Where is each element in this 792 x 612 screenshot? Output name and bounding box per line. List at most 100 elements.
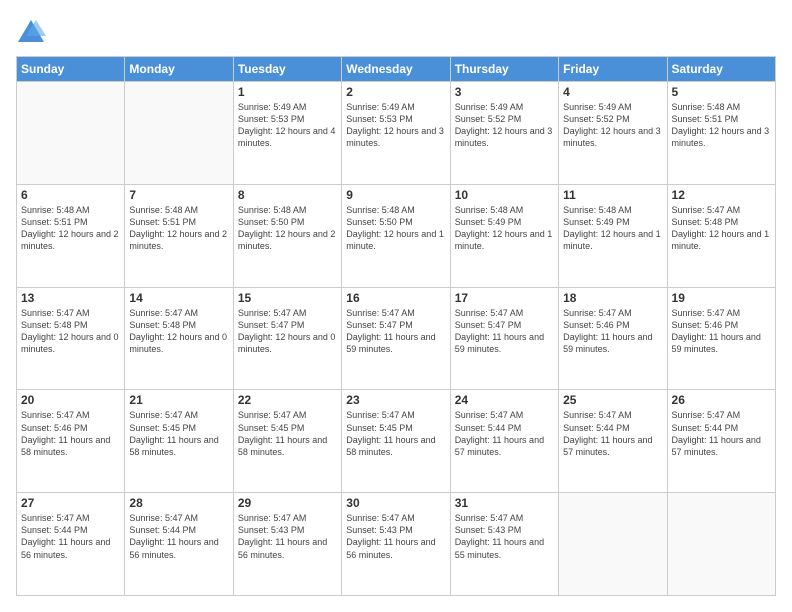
cell-sun-info: Sunrise: 5:47 AM Sunset: 5:43 PM Dayligh… <box>455 512 554 561</box>
cell-sun-info: Sunrise: 5:47 AM Sunset: 5:43 PM Dayligh… <box>238 512 337 561</box>
cell-sun-info: Sunrise: 5:47 AM Sunset: 5:44 PM Dayligh… <box>129 512 228 561</box>
calendar-cell <box>667 493 775 596</box>
calendar-cell: 9 Sunrise: 5:48 AM Sunset: 5:50 PM Daylig… <box>342 184 450 287</box>
day-number: 2 <box>346 85 445 99</box>
calendar-cell: 7 Sunrise: 5:48 AM Sunset: 5:51 PM Daylig… <box>125 184 233 287</box>
cell-sun-info: Sunrise: 5:49 AM Sunset: 5:52 PM Dayligh… <box>455 101 554 150</box>
week-row-3: 13Sunrise: 5:47 AM Sunset: 5:48 PM Dayli… <box>17 287 776 390</box>
cell-sun-info: Sunrise: 5:48 AM Sunset: 5:49 PM Dayligh… <box>455 204 554 253</box>
calendar-cell <box>125 82 233 185</box>
cell-sun-info: Sunrise: 5:47 AM Sunset: 5:46 PM Dayligh… <box>563 307 662 356</box>
calendar-table: SundayMondayTuesdayWednesdayThursdayFrid… <box>16 56 776 596</box>
cell-sun-info: Sunrise: 5:48 AM Sunset: 5:49 PM Dayligh… <box>563 204 662 253</box>
calendar-cell: 20Sunrise: 5:47 AM Sunset: 5:46 PM Dayli… <box>17 390 125 493</box>
cell-sun-info: Sunrise: 5:47 AM Sunset: 5:47 PM Dayligh… <box>455 307 554 356</box>
day-number: 28 <box>129 496 228 510</box>
day-number: 4 <box>563 85 662 99</box>
calendar-cell: 4 Sunrise: 5:49 AM Sunset: 5:52 PM Daylig… <box>559 82 667 185</box>
logo <box>16 16 48 46</box>
cell-sun-info: Sunrise: 5:47 AM Sunset: 5:44 PM Dayligh… <box>672 409 771 458</box>
week-row-2: 6 Sunrise: 5:48 AM Sunset: 5:51 PM Daylig… <box>17 184 776 287</box>
day-number: 12 <box>672 188 771 202</box>
day-number: 23 <box>346 393 445 407</box>
day-number: 22 <box>238 393 337 407</box>
calendar-cell: 12Sunrise: 5:47 AM Sunset: 5:48 PM Dayli… <box>667 184 775 287</box>
cell-sun-info: Sunrise: 5:47 AM Sunset: 5:48 PM Dayligh… <box>129 307 228 356</box>
day-number: 6 <box>21 188 120 202</box>
page: SundayMondayTuesdayWednesdayThursdayFrid… <box>0 0 792 612</box>
cell-sun-info: Sunrise: 5:47 AM Sunset: 5:45 PM Dayligh… <box>346 409 445 458</box>
day-number: 26 <box>672 393 771 407</box>
calendar-cell: 19 Sunrise: 5:47 AM Sunset: 5:46 PM Dayli… <box>667 287 775 390</box>
cell-sun-info: Sunrise: 5:47 AM Sunset: 5:47 PM Dayligh… <box>346 307 445 356</box>
day-number: 5 <box>672 85 771 99</box>
calendar-cell: 10Sunrise: 5:48 AM Sunset: 5:49 PM Dayli… <box>450 184 558 287</box>
calendar-cell: 16 Sunrise: 5:47 AM Sunset: 5:47 PM Dayli… <box>342 287 450 390</box>
cell-sun-info: Sunrise: 5:47 AM Sunset: 5:46 PM Dayligh… <box>21 409 120 458</box>
cell-sun-info: Sunrise: 5:48 AM Sunset: 5:50 PM Dayligh… <box>238 204 337 253</box>
calendar-cell: 29 Sunrise: 5:47 AM Sunset: 5:43 PM Dayli… <box>233 493 341 596</box>
day-number: 17 <box>455 291 554 305</box>
calendar-cell: 28 Sunrise: 5:47 AM Sunset: 5:44 PM Dayli… <box>125 493 233 596</box>
day-number: 16 <box>346 291 445 305</box>
cell-sun-info: Sunrise: 5:48 AM Sunset: 5:51 PM Dayligh… <box>129 204 228 253</box>
day-number: 25 <box>563 393 662 407</box>
day-number: 14 <box>129 291 228 305</box>
calendar-cell: 26 Sunrise: 5:47 AM Sunset: 5:44 PM Dayli… <box>667 390 775 493</box>
calendar-cell: 18 Sunrise: 5:47 AM Sunset: 5:46 PM Dayli… <box>559 287 667 390</box>
calendar-cell: 2Sunrise: 5:49 AM Sunset: 5:53 PM Daylig… <box>342 82 450 185</box>
calendar-cell: 11 Sunrise: 5:48 AM Sunset: 5:49 PM Dayli… <box>559 184 667 287</box>
calendar-cell: 1Sunrise: 5:49 AM Sunset: 5:53 PM Daylig… <box>233 82 341 185</box>
cell-sun-info: Sunrise: 5:47 AM Sunset: 5:45 PM Dayligh… <box>238 409 337 458</box>
day-number: 18 <box>563 291 662 305</box>
cell-sun-info: Sunrise: 5:47 AM Sunset: 5:44 PM Dayligh… <box>563 409 662 458</box>
day-number: 30 <box>346 496 445 510</box>
calendar-cell: 31 Sunrise: 5:47 AM Sunset: 5:43 PM Dayli… <box>450 493 558 596</box>
cell-sun-info: Sunrise: 5:48 AM Sunset: 5:51 PM Dayligh… <box>21 204 120 253</box>
calendar-cell: 24Sunrise: 5:47 AM Sunset: 5:44 PM Dayli… <box>450 390 558 493</box>
day-number: 3 <box>455 85 554 99</box>
day-number: 31 <box>455 496 554 510</box>
cell-sun-info: Sunrise: 5:47 AM Sunset: 5:44 PM Dayligh… <box>455 409 554 458</box>
calendar-cell: 25 Sunrise: 5:47 AM Sunset: 5:44 PM Dayli… <box>559 390 667 493</box>
calendar-cell: 23 Sunrise: 5:47 AM Sunset: 5:45 PM Dayli… <box>342 390 450 493</box>
weekday-header-tuesday: Tuesday <box>233 57 341 82</box>
day-number: 19 <box>672 291 771 305</box>
day-number: 29 <box>238 496 337 510</box>
week-row-4: 20Sunrise: 5:47 AM Sunset: 5:46 PM Dayli… <box>17 390 776 493</box>
cell-sun-info: Sunrise: 5:47 AM Sunset: 5:43 PM Dayligh… <box>346 512 445 561</box>
cell-sun-info: Sunrise: 5:49 AM Sunset: 5:53 PM Dayligh… <box>238 101 337 150</box>
day-number: 11 <box>563 188 662 202</box>
calendar-cell: 30 Sunrise: 5:47 AM Sunset: 5:43 PM Dayli… <box>342 493 450 596</box>
day-number: 8 <box>238 188 337 202</box>
weekday-header-sunday: Sunday <box>17 57 125 82</box>
day-number: 21 <box>129 393 228 407</box>
calendar-cell: 6 Sunrise: 5:48 AM Sunset: 5:51 PM Daylig… <box>17 184 125 287</box>
weekday-header-wednesday: Wednesday <box>342 57 450 82</box>
cell-sun-info: Sunrise: 5:49 AM Sunset: 5:52 PM Dayligh… <box>563 101 662 150</box>
cell-sun-info: Sunrise: 5:47 AM Sunset: 5:46 PM Dayligh… <box>672 307 771 356</box>
calendar-cell: 15Sunrise: 5:47 AM Sunset: 5:47 PM Dayli… <box>233 287 341 390</box>
weekday-header-row: SundayMondayTuesdayWednesdayThursdayFrid… <box>17 57 776 82</box>
cell-sun-info: Sunrise: 5:47 AM Sunset: 5:44 PM Dayligh… <box>21 512 120 561</box>
week-row-1: 1Sunrise: 5:49 AM Sunset: 5:53 PM Daylig… <box>17 82 776 185</box>
calendar-cell: 13Sunrise: 5:47 AM Sunset: 5:48 PM Dayli… <box>17 287 125 390</box>
cell-sun-info: Sunrise: 5:48 AM Sunset: 5:51 PM Dayligh… <box>672 101 771 150</box>
day-number: 15 <box>238 291 337 305</box>
day-number: 27 <box>21 496 120 510</box>
cell-sun-info: Sunrise: 5:47 AM Sunset: 5:48 PM Dayligh… <box>21 307 120 356</box>
day-number: 7 <box>129 188 228 202</box>
calendar-cell <box>559 493 667 596</box>
header <box>16 16 776 46</box>
cell-sun-info: Sunrise: 5:48 AM Sunset: 5:50 PM Dayligh… <box>346 204 445 253</box>
calendar-cell: 21 Sunrise: 5:47 AM Sunset: 5:45 PM Dayli… <box>125 390 233 493</box>
calendar-cell: 14 Sunrise: 5:47 AM Sunset: 5:48 PM Dayli… <box>125 287 233 390</box>
calendar-cell: 22 Sunrise: 5:47 AM Sunset: 5:45 PM Dayli… <box>233 390 341 493</box>
weekday-header-monday: Monday <box>125 57 233 82</box>
cell-sun-info: Sunrise: 5:47 AM Sunset: 5:45 PM Dayligh… <box>129 409 228 458</box>
weekday-header-friday: Friday <box>559 57 667 82</box>
weekday-header-thursday: Thursday <box>450 57 558 82</box>
day-number: 9 <box>346 188 445 202</box>
calendar-cell: 27 Sunrise: 5:47 AM Sunset: 5:44 PM Dayli… <box>17 493 125 596</box>
calendar-cell: 3 Sunrise: 5:49 AM Sunset: 5:52 PM Daylig… <box>450 82 558 185</box>
